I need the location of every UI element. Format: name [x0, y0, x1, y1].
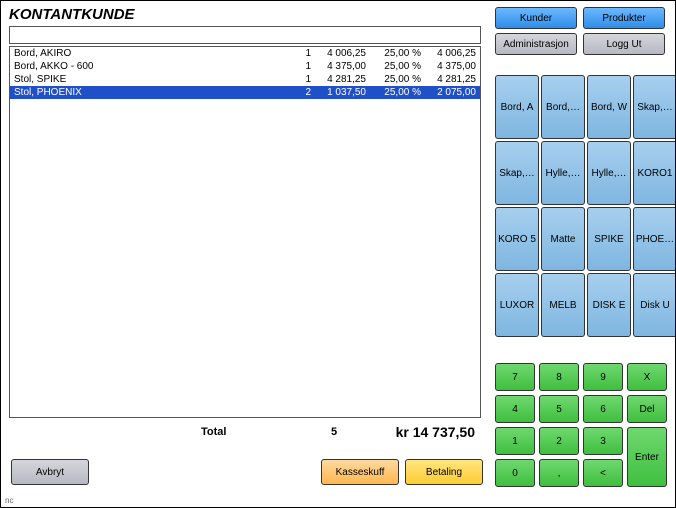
product-button[interactable]: Matte	[541, 207, 585, 271]
keypad-9[interactable]: 9	[583, 363, 623, 391]
line-qty: 2	[281, 86, 311, 99]
search-input[interactable]	[9, 26, 481, 44]
keypad-enter[interactable]: Enter	[627, 427, 667, 487]
table-row[interactable]: Bord, AKIRO14 006,2525,00 %4 006,25	[10, 47, 480, 60]
product-button[interactable]: Skap,…	[633, 75, 676, 139]
line-price: 4 006,25	[311, 47, 366, 60]
produkter-button[interactable]: Produkter	[583, 7, 665, 29]
product-button[interactable]: Hylle,…	[587, 141, 631, 205]
line-sum: 2 075,00	[421, 86, 476, 99]
keypad-8[interactable]: 8	[539, 363, 579, 391]
line-name: Stol, PHOENIX	[14, 86, 281, 99]
product-button[interactable]: DISK E	[587, 273, 631, 337]
status-text: nc	[5, 496, 13, 505]
total-qty: 5	[331, 426, 337, 438]
line-qty: 1	[281, 60, 311, 73]
betaling-button[interactable]: Betaling	[405, 459, 483, 485]
keypad-0[interactable]: 0	[495, 459, 535, 487]
keypad-5[interactable]: 5	[539, 395, 579, 423]
product-button[interactable]: Disk U	[633, 273, 676, 337]
logout-button[interactable]: Logg Ut	[583, 33, 665, 55]
line-vat: 25,00 %	[366, 86, 421, 99]
product-button[interactable]: PHOE…	[633, 207, 676, 271]
keypad-1[interactable]: 1	[495, 427, 535, 455]
product-button[interactable]: Bord, A	[495, 75, 539, 139]
keypad-3[interactable]: 3	[583, 427, 623, 455]
total-amount: kr 14 737,50	[396, 424, 475, 440]
kasseskuff-button[interactable]: Kasseskuff	[321, 459, 399, 485]
kunder-button[interactable]: Kunder	[495, 7, 577, 29]
total-label: Total	[201, 426, 226, 438]
admin-button[interactable]: Administrasjon	[495, 33, 577, 55]
line-vat: 25,00 %	[366, 73, 421, 86]
keypad-back[interactable]: <	[583, 459, 623, 487]
line-price: 4 375,00	[311, 60, 366, 73]
keypad-2[interactable]: 2	[539, 427, 579, 455]
keypad-del[interactable]: Del	[627, 395, 667, 423]
table-row[interactable]: Stol, SPIKE14 281,2525,00 %4 281,25	[10, 73, 480, 86]
product-button[interactable]: Skap,…	[495, 141, 539, 205]
line-list: Bord, AKIRO14 006,2525,00 %4 006,25Bord,…	[9, 46, 481, 418]
table-row[interactable]: Bord, AKKO - 60014 375,0025,00 %4 375,00	[10, 60, 480, 73]
keypad-comma[interactable]: ,	[539, 459, 579, 487]
line-price: 4 281,25	[311, 73, 366, 86]
page-title: KONTANTKUNDE	[9, 6, 135, 23]
line-sum: 4 281,25	[421, 73, 476, 86]
product-button[interactable]: MELB	[541, 273, 585, 337]
keypad-4[interactable]: 4	[495, 395, 535, 423]
line-price: 1 037,50	[311, 86, 366, 99]
line-vat: 25,00 %	[366, 47, 421, 60]
product-button[interactable]: LUXOR	[495, 273, 539, 337]
product-button[interactable]: Hylle,…	[541, 141, 585, 205]
product-button[interactable]: KORO1	[633, 141, 676, 205]
product-button[interactable]: Bord, W	[587, 75, 631, 139]
line-sum: 4 006,25	[421, 47, 476, 60]
line-qty: 1	[281, 47, 311, 60]
cancel-button[interactable]: Avbryt	[11, 459, 89, 485]
keypad-7[interactable]: 7	[495, 363, 535, 391]
keypad-x[interactable]: X	[627, 363, 667, 391]
line-name: Bord, AKIRO	[14, 47, 281, 60]
keypad-6[interactable]: 6	[583, 395, 623, 423]
product-button[interactable]: Bord,…	[541, 75, 585, 139]
product-button[interactable]: KORO 5	[495, 207, 539, 271]
table-row[interactable]: Stol, PHOENIX21 037,5025,00 %2 075,00	[10, 86, 480, 99]
line-qty: 1	[281, 73, 311, 86]
product-button[interactable]: SPIKE	[587, 207, 631, 271]
line-name: Bord, AKKO - 600	[14, 60, 281, 73]
line-sum: 4 375,00	[421, 60, 476, 73]
line-name: Stol, SPIKE	[14, 73, 281, 86]
line-vat: 25,00 %	[366, 60, 421, 73]
